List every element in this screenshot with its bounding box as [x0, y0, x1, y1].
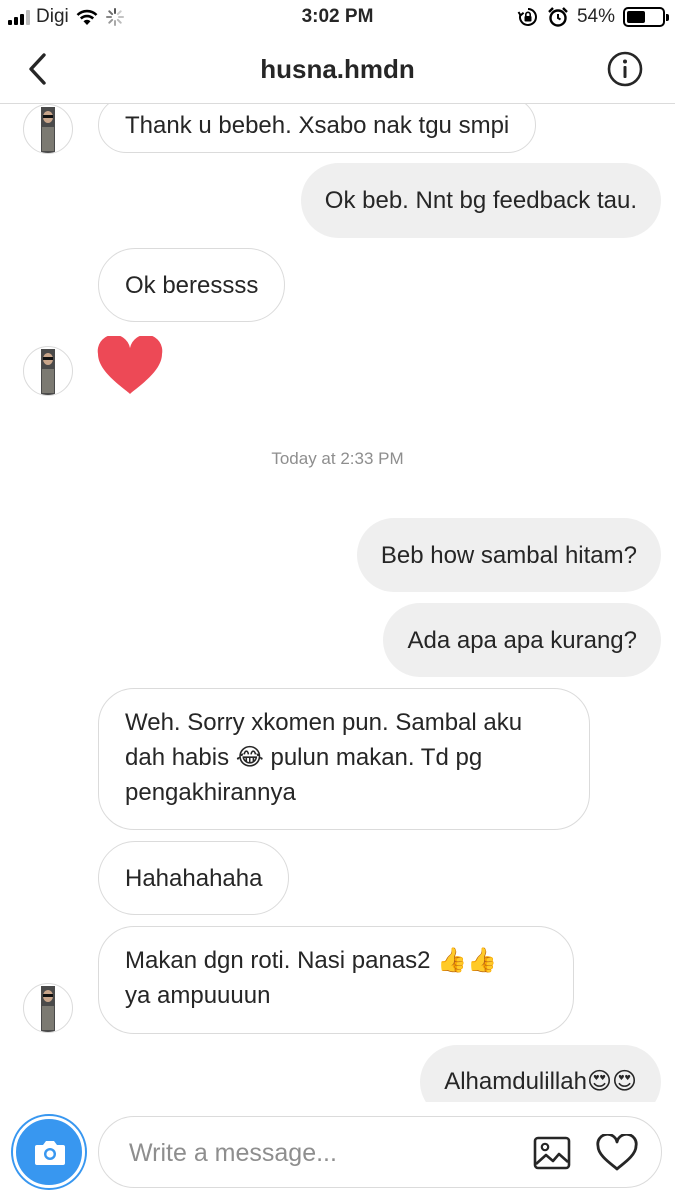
message-bubble[interactable]: Ok beb. Nnt bg feedback tau.	[300, 163, 661, 238]
message-bubble[interactable]: Weh. Sorry xkomen pun. Sambal aku dah ha…	[98, 688, 590, 830]
conversation-header: husna.hmdn	[0, 34, 675, 104]
camera-button[interactable]	[13, 1116, 85, 1188]
info-button[interactable]	[607, 51, 643, 87]
heart-icon	[97, 334, 163, 394]
message-bubble[interactable]: Ok beressss	[98, 248, 286, 322]
timestamp: Today at 2:33 PM	[271, 449, 404, 468]
message-text: ya ampuuuun	[125, 982, 271, 1009]
message-composer	[0, 1102, 675, 1200]
message-text: dah habis 😂 pulun makan. Td pg	[125, 744, 483, 771]
avatar[interactable]	[23, 346, 73, 396]
gallery-button[interactable]	[533, 1134, 571, 1172]
message-bubble[interactable]: Ada apa apa kurang?	[383, 603, 661, 677]
camera-icon	[35, 1141, 65, 1165]
message-bubble[interactable]: Makan dgn roti. Nasi panas2 👍👍 ya ampuuu…	[98, 926, 574, 1034]
heart-icon	[596, 1132, 638, 1171]
heart-message[interactable]	[96, 334, 164, 396]
status-right: 54%	[517, 6, 669, 28]
like-button[interactable]	[596, 1132, 638, 1172]
avatar[interactable]	[23, 983, 73, 1033]
message-thread[interactable]: Thank u bebeh. Xsabo nak tgu smpi Ok beb…	[0, 104, 675, 1102]
conversation-title[interactable]: husna.hmdn	[0, 54, 675, 85]
message-text: Weh. Sorry xkomen pun. Sambal aku	[125, 709, 523, 736]
message-text: Hahahahaha	[125, 865, 263, 892]
gallery-icon	[533, 1136, 571, 1170]
message-field[interactable]	[98, 1116, 662, 1188]
message-text: Beb how sambal hitam?	[380, 542, 637, 569]
message-input[interactable]	[129, 1135, 509, 1171]
message-text: Alhamdulillah😍😍	[444, 1068, 637, 1095]
info-icon	[607, 51, 643, 87]
profile-photo	[41, 986, 55, 1032]
message-bubble[interactable]: Hahahahaha	[98, 841, 290, 915]
battery-percent: 54%	[576, 6, 615, 27]
message-text: Ok beb. Nnt bg feedback tau.	[324, 187, 637, 214]
profile-photo	[41, 349, 55, 395]
message-text: Thank u bebeh. Xsabo nak tgu smpi	[125, 112, 510, 139]
status-bar: Digi 3:02 PM 54%	[0, 0, 675, 34]
rotation-lock-icon	[517, 8, 537, 26]
alarm-icon	[548, 7, 568, 27]
message-text: Makan dgn roti. Nasi panas2 👍👍	[125, 947, 497, 974]
message-text: pengakhirannya	[125, 779, 296, 806]
battery-icon	[623, 7, 669, 27]
message-bubble[interactable]: Alhamdulillah😍😍	[420, 1045, 661, 1102]
message-bubble[interactable]: Beb how sambal hitam?	[356, 518, 661, 592]
message-bubble[interactable]: Thank u bebeh. Xsabo nak tgu smpi	[98, 104, 537, 153]
message-text: Ok beressss	[125, 272, 259, 299]
avatar[interactable]	[23, 104, 73, 154]
profile-photo	[41, 107, 55, 153]
message-text: Ada apa apa kurang?	[407, 627, 637, 654]
